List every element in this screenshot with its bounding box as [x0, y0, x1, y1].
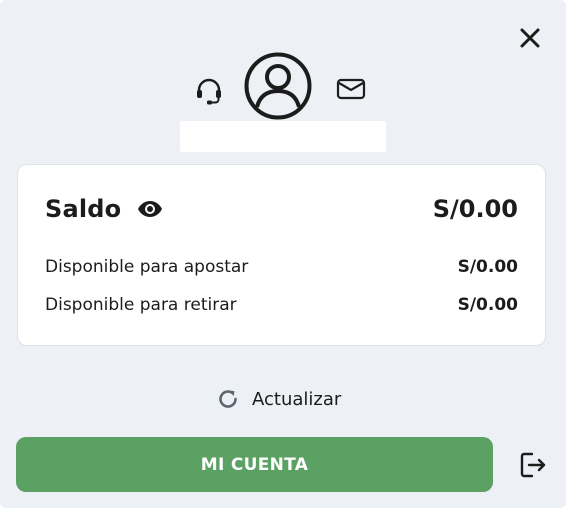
close-button[interactable]: [514, 22, 546, 54]
balance-total: S/0.00: [432, 195, 518, 223]
eye-icon: [138, 201, 162, 217]
account-panel: Saldo S/0.00 Disponible para apostar S/0…: [0, 0, 566, 508]
logout-icon: [520, 452, 546, 478]
balance-card: Saldo S/0.00 Disponible para apostar S/0…: [17, 164, 546, 346]
logout-button[interactable]: [517, 449, 549, 481]
messages-button[interactable]: [334, 76, 368, 102]
close-icon: [520, 28, 540, 48]
headset-icon: [197, 78, 221, 105]
username-field: [180, 121, 386, 152]
available-to-withdraw-value: S/0.00: [457, 295, 518, 315]
balance-title: Saldo: [45, 195, 122, 223]
refresh-icon: [219, 390, 237, 408]
my-account-button[interactable]: MI CUENTA: [16, 437, 493, 492]
support-button[interactable]: [192, 76, 226, 106]
mail-icon: [336, 78, 366, 100]
toggle-balance-visibility[interactable]: [136, 198, 164, 220]
refresh-label: Actualizar: [252, 388, 342, 410]
refresh-button[interactable]: Actualizar: [216, 384, 341, 414]
available-to-bet-label: Disponible para apostar: [45, 257, 249, 277]
user-circle-icon: [244, 52, 312, 120]
available-to-bet-value: S/0.00: [457, 257, 518, 277]
available-to-withdraw-label: Disponible para retirar: [45, 295, 237, 315]
